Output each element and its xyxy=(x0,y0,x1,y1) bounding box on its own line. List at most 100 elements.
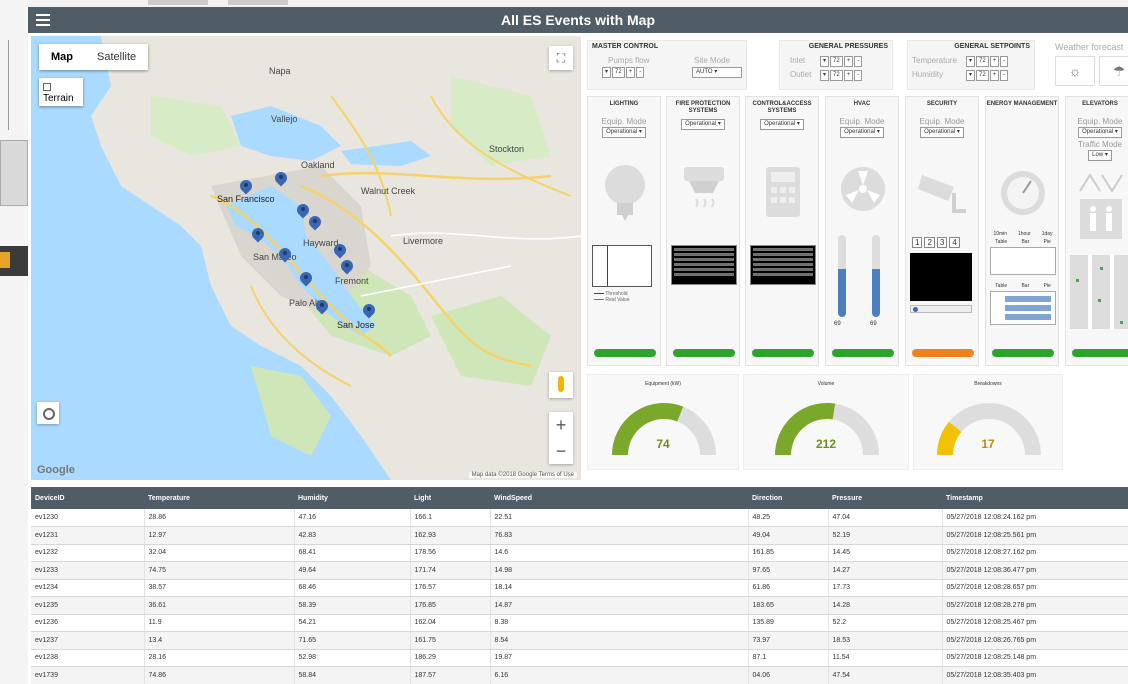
system-card-fire-protection: FIRE PROTECTION SYSTEMS Operational ▾ xyxy=(666,96,740,366)
column-header[interactable]: Pressure xyxy=(828,487,942,509)
general-setpoints-header: GENERAL SETPOINTS xyxy=(954,43,1030,50)
table-row[interactable]: ev1232 32.04 68.41 178.56 14.6 161.85 14.45 05/… xyxy=(31,544,1128,562)
map-label: Stockton xyxy=(489,144,525,154)
column-header[interactable]: Direction xyxy=(748,487,828,509)
tab-pie[interactable]: Pie xyxy=(1044,239,1051,245)
map-marker-pin[interactable] xyxy=(334,244,346,260)
equip-mode-select[interactable]: Operational ▾ xyxy=(602,127,646,138)
table-cell: 47.04 xyxy=(828,509,943,527)
elevator-icon xyxy=(1079,173,1123,239)
table-cell: 05/27/2018 12:08:35.403 pm xyxy=(942,666,1128,684)
map-type-satellite-tab[interactable]: Satellite xyxy=(85,44,148,70)
weather-icons: ☼ ☂ xyxy=(1055,56,1128,86)
background-tab xyxy=(148,0,208,5)
table-cell: 11.54 xyxy=(828,649,943,667)
map-marker-pin[interactable] xyxy=(309,216,321,232)
table-row[interactable]: ev1231 12.97 42.83 162.93 76.83 49.04 52.19 05/… xyxy=(31,526,1128,545)
table-cell: 87.1 xyxy=(748,649,829,667)
table-row[interactable]: ev1236 11.9 54.21 162.04 8.38 135.89 52.2 05/27… xyxy=(31,614,1128,632)
locate-icon[interactable] xyxy=(37,402,59,424)
table-row[interactable]: ev1238 28.16 52.98 186.29 19.87 87.1 11.54 05/2… xyxy=(31,649,1128,667)
hamburger-menu-icon[interactable] xyxy=(36,14,50,26)
column-header[interactable]: DeviceID xyxy=(31,487,144,509)
zoom-out-button[interactable]: − xyxy=(549,438,573,464)
event-log[interactable] xyxy=(750,245,816,285)
meter-gauge-icon xyxy=(1001,171,1045,215)
map-marker-pin[interactable] xyxy=(252,228,264,244)
camera-feed[interactable] xyxy=(910,253,972,301)
temperature-stepper[interactable]: ▾ 72 + - xyxy=(966,56,1009,67)
equip-mode-select[interactable]: Operational ▾ xyxy=(840,127,884,138)
tab-table[interactable]: Table xyxy=(995,239,1007,245)
table-row[interactable]: ev1237 13.4 71.65 161.75 8.54 73.97 18.53 05/27… xyxy=(31,631,1128,650)
map-type-map-tab[interactable]: Map xyxy=(39,44,85,70)
column-header[interactable]: WindSpeed xyxy=(490,487,748,509)
equip-mode-select[interactable]: Operational ▾ xyxy=(1078,127,1122,138)
equip-mode-select[interactable]: Operational ▾ xyxy=(920,127,964,138)
table-cell: ev1232 xyxy=(31,544,145,562)
temp-reading-right: 69 xyxy=(870,321,877,327)
tab-10min[interactable]: 10min xyxy=(993,231,1007,237)
sun-icon: ☼ xyxy=(1055,56,1095,86)
tab-1day[interactable]: 1day xyxy=(1042,231,1053,237)
table-cell: 162.04 xyxy=(410,614,491,632)
site-mode-select[interactable]: AUTO ▾ xyxy=(692,67,742,78)
camera-button-2[interactable]: 2 xyxy=(924,237,935,248)
column-header[interactable]: Light xyxy=(410,487,490,509)
camera-button-3[interactable]: 3 xyxy=(936,237,948,248)
camera-button-4[interactable]: 4 xyxy=(949,237,960,248)
systems-row: LIGHTING Equip. Mode Operational ▾ Thres… xyxy=(585,96,1128,366)
video-controls[interactable] xyxy=(910,305,972,313)
map-marker-pin[interactable] xyxy=(279,248,291,264)
gauge-arc xyxy=(937,403,1041,456)
terrain-checkbox[interactable]: Terrain xyxy=(39,78,83,106)
column-header[interactable]: Humidity xyxy=(294,487,410,509)
status-bar xyxy=(912,349,974,357)
outlet-stepper[interactable]: ▾ 72 + - xyxy=(820,70,863,81)
column-header[interactable]: Temperature xyxy=(144,487,294,509)
table-row[interactable]: ev1739 74.86 58.84 187.57 6.16 04.06 47.54 05/2… xyxy=(31,666,1128,684)
inlet-stepper[interactable]: ▾ 72 + - xyxy=(820,56,863,67)
pumps-stepper[interactable]: ▾ 72 + - xyxy=(602,67,645,78)
table-cell: ev1234 xyxy=(31,579,145,597)
traffic-mode-select[interactable]: Low ▾ xyxy=(1088,150,1112,161)
table-row[interactable]: ev1230 28.86 47.16 166.1 22.51 48.25 47.04 05/2… xyxy=(31,509,1128,527)
table-row[interactable]: ev1235 36.61 58.39 176.85 14.87 183.65 14.28 05… xyxy=(31,596,1128,615)
map-marker-pin[interactable] xyxy=(240,180,252,196)
column-header[interactable]: Timestamp xyxy=(942,487,1128,509)
table-cell: 52.98 xyxy=(294,649,411,667)
map-panel[interactable]: San Francisco San Jose Oakland Hayward F… xyxy=(31,36,581,480)
event-log[interactable] xyxy=(671,245,737,285)
table-cell: 14.45 xyxy=(828,544,943,562)
equip-mode-select[interactable]: Operational ▾ xyxy=(760,119,804,130)
table-cell: 162.93 xyxy=(410,526,491,545)
table-cell: 04.06 xyxy=(748,666,829,684)
tab-1hour[interactable]: 1hour xyxy=(1018,231,1031,237)
table-cell: 8.38 xyxy=(490,614,749,632)
events-table: DeviceID Temperature Humidity Light WindSpee… xyxy=(31,487,1128,684)
energy-view-tabs-2: Table Bar Pie xyxy=(995,283,1051,289)
map-marker-pin[interactable] xyxy=(297,204,309,220)
table-row[interactable]: ev1234 38.57 68.46 176.57 18.14 61.86 17.73 05/… xyxy=(31,579,1128,597)
pegman-icon[interactable] xyxy=(549,372,573,398)
map-marker-pin[interactable] xyxy=(363,304,375,320)
tab-bar[interactable]: Bar xyxy=(1021,239,1029,245)
gauge-arc xyxy=(612,403,716,456)
fullscreen-icon[interactable]: ⛶ xyxy=(549,46,573,70)
camera-button-1[interactable]: 1 xyxy=(912,237,923,248)
equip-mode-select[interactable]: Operational ▾ xyxy=(681,119,725,130)
table-cell: 54.21 xyxy=(294,614,411,632)
zoom-in-button[interactable]: + xyxy=(549,412,573,438)
map-marker-pin[interactable] xyxy=(341,260,353,276)
checkbox-icon[interactable] xyxy=(43,83,51,92)
table-row[interactable]: ev1233 74.75 49.64 171.74 14.98 97.65 14.27 05/… xyxy=(31,561,1128,580)
table-cell: 18.53 xyxy=(828,631,943,650)
table-cell: 19.87 xyxy=(490,649,749,667)
gauge-title: Breakdowns xyxy=(974,381,1002,387)
humidity-stepper[interactable]: ▾ 72 + - xyxy=(966,70,1009,81)
gauge-equipment: Equipment (kW) 74 xyxy=(587,374,739,470)
map-terms[interactable]: Map data ©2018 Google Terms of Use xyxy=(468,472,577,478)
map-marker-pin[interactable] xyxy=(275,172,287,188)
map-marker-pin[interactable] xyxy=(316,300,328,316)
map-marker-pin[interactable] xyxy=(300,272,312,288)
